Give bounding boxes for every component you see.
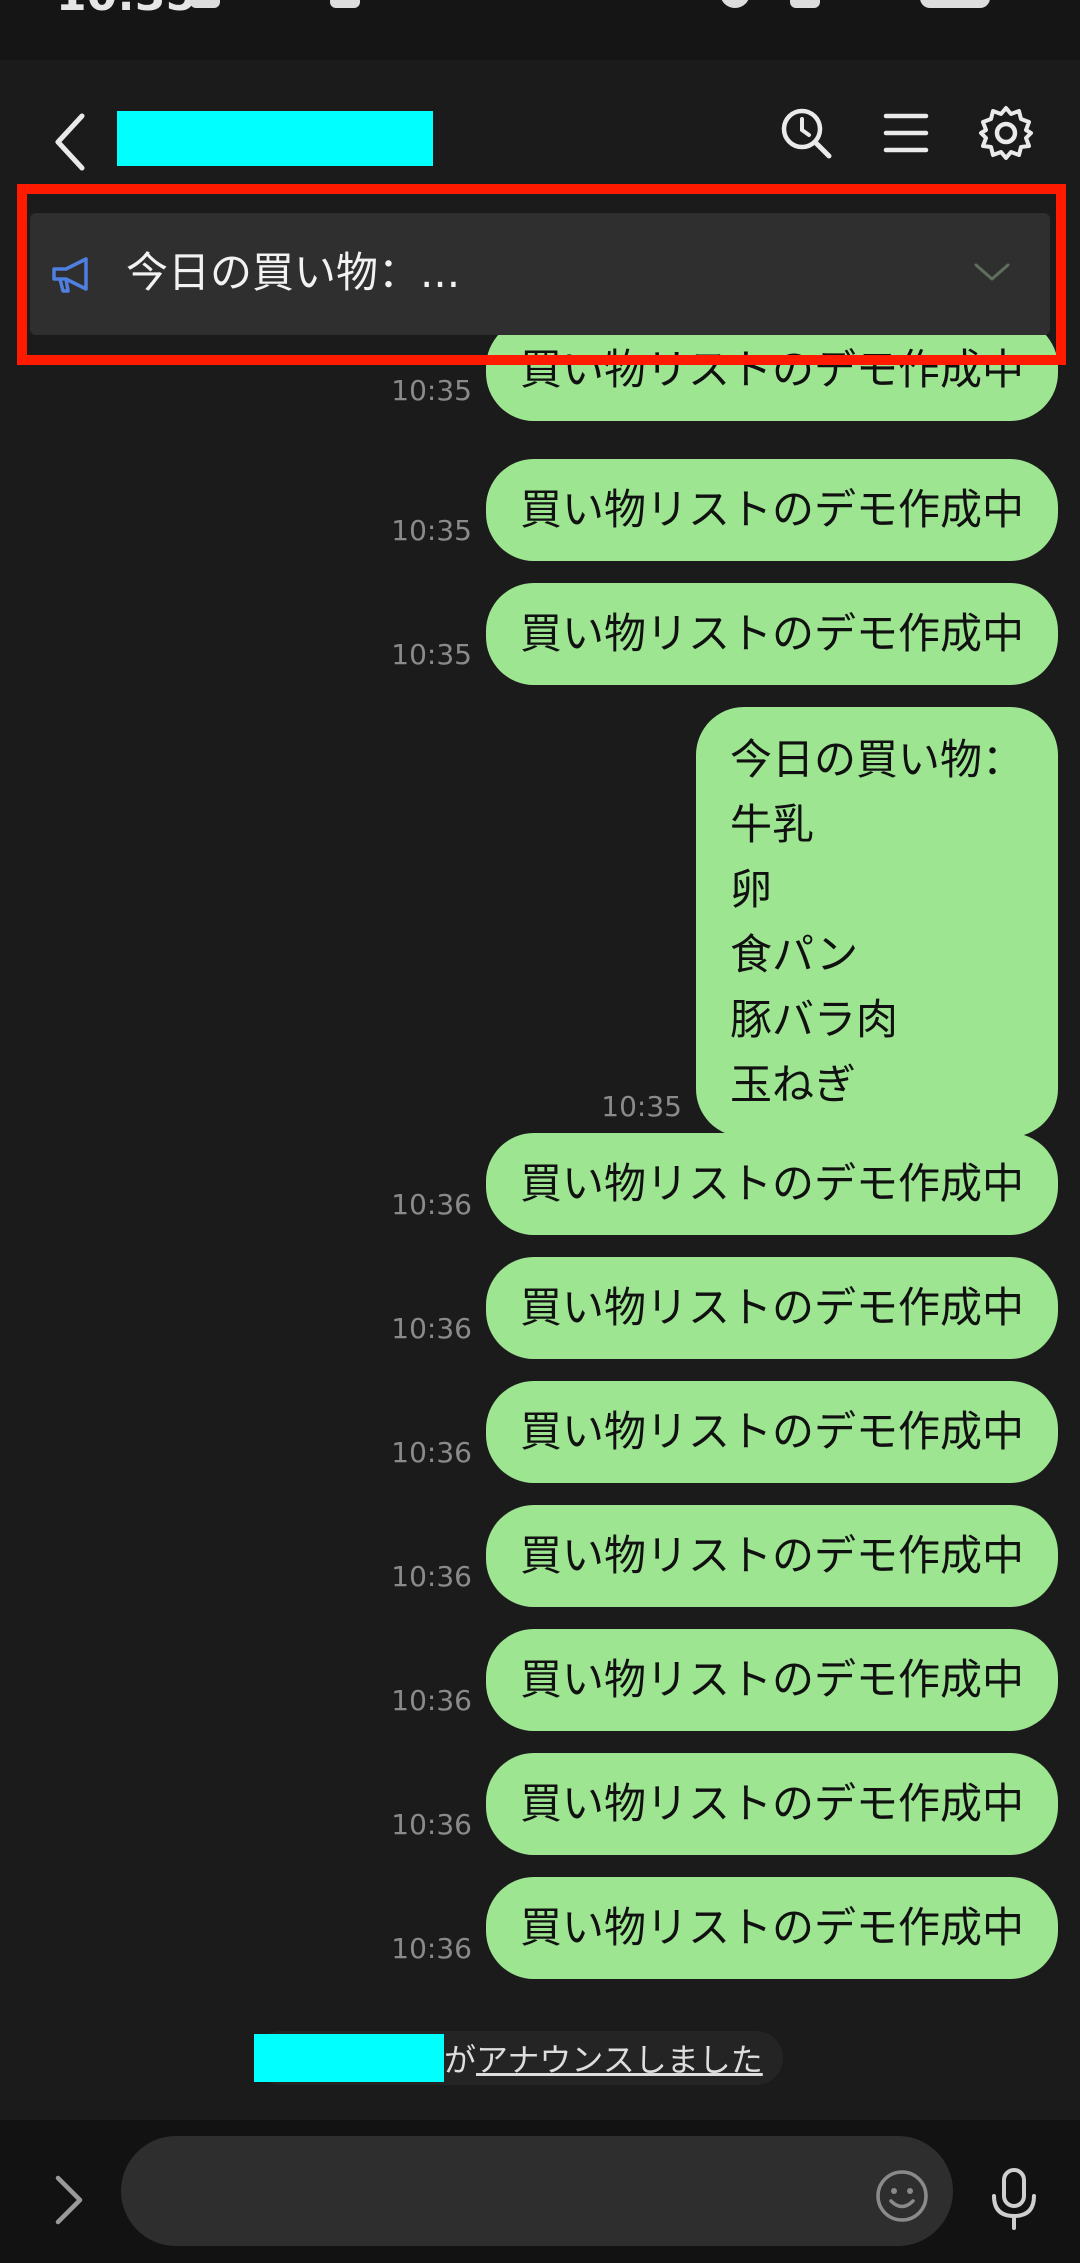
message-row: 10:35 買い物リストのデモ作成中 bbox=[391, 459, 1058, 561]
message-input[interactable] bbox=[121, 2136, 953, 2246]
message-row: 10:36 買い物リストのデモ作成中 bbox=[391, 1629, 1058, 1731]
emoji-button[interactable] bbox=[874, 2168, 930, 2224]
back-button[interactable] bbox=[44, 104, 100, 180]
message-time: 10:36 bbox=[391, 1808, 472, 1841]
settings-button[interactable] bbox=[973, 100, 1039, 166]
status-time: 10:35 bbox=[56, 0, 196, 21]
message-bubble[interactable]: 買い物リストのデモ作成中 bbox=[485, 1753, 1058, 1855]
message-time: 10:36 bbox=[391, 1436, 472, 1469]
expand-menu-button[interactable] bbox=[48, 2172, 88, 2228]
message-time: 10:35 bbox=[601, 1090, 682, 1123]
message-bubble-shopping-list[interactable]: 今日の買い物： 牛乳 卵 食パン 豚バラ肉 玉ねぎ bbox=[695, 707, 1058, 1137]
menu-button[interactable] bbox=[873, 100, 939, 166]
message-bubble[interactable]: 買い物リストのデモ作成中 bbox=[485, 1257, 1058, 1359]
message-row: 10:36 買い物リストのデモ作成中 bbox=[391, 1133, 1058, 1235]
message-row: 10:35 今日の買い物： 牛乳 卵 食パン 豚バラ肉 玉ねぎ bbox=[601, 707, 1058, 1137]
battery-icon bbox=[920, 0, 990, 8]
nfc-icon bbox=[330, 0, 360, 8]
message-time: 10:35 bbox=[391, 374, 472, 407]
system-message: が アナウンスしました bbox=[254, 2031, 783, 2085]
menu-icon bbox=[883, 113, 929, 153]
message-time: 10:36 bbox=[391, 1312, 472, 1345]
search-button[interactable] bbox=[774, 100, 840, 166]
search-clock-icon bbox=[781, 108, 832, 159]
message-bubble[interactable]: 買い物リストのデモ作成中 bbox=[485, 1381, 1058, 1483]
message-time: 10:36 bbox=[391, 1932, 472, 1965]
message-bubble[interactable]: 買い物リストのデモ作成中 bbox=[485, 1629, 1058, 1731]
smiley-icon bbox=[876, 2170, 928, 2222]
message-time: 10:35 bbox=[391, 514, 472, 547]
system-message-text: が bbox=[444, 2041, 477, 2079]
message-input-bar bbox=[0, 2120, 1080, 2263]
status-bar: 10:35 bbox=[0, 0, 1080, 60]
message-time: 10:36 bbox=[391, 1560, 472, 1593]
chat-header bbox=[0, 60, 1080, 205]
message-row: 10:36 買い物リストのデモ作成中 bbox=[391, 1381, 1058, 1483]
announcement-link[interactable]: アナウンスしました bbox=[476, 2035, 763, 2081]
voice-button[interactable] bbox=[984, 2164, 1044, 2234]
message-bubble[interactable]: 買い物リストのデモ作成中 bbox=[485, 1505, 1058, 1607]
back-chevron-icon bbox=[55, 113, 85, 171]
alarm-icon bbox=[720, 0, 750, 8]
chat-title-redacted bbox=[117, 111, 433, 166]
chevron-right-icon bbox=[55, 2175, 83, 2225]
message-row: 10:36 買い物リストのデモ作成中 bbox=[391, 1877, 1058, 1979]
microphone-icon bbox=[992, 2168, 1036, 2230]
user-name-redacted bbox=[254, 2034, 444, 2082]
notification-icon bbox=[190, 0, 220, 8]
message-time: 10:35 bbox=[391, 638, 472, 671]
announcement-text: 今日の買い物：... bbox=[126, 248, 461, 297]
signal-icon bbox=[790, 0, 820, 8]
megaphone-icon bbox=[52, 257, 88, 293]
gear-icon bbox=[979, 106, 1033, 160]
message-bubble[interactable]: 買い物リストのデモ作成中 bbox=[485, 1877, 1058, 1979]
chevron-down-icon[interactable] bbox=[972, 257, 1012, 287]
message-time: 10:36 bbox=[391, 1188, 472, 1221]
message-bubble[interactable]: 買い物リストのデモ作成中 bbox=[485, 583, 1058, 685]
message-row: 10:35 買い物リストのデモ作成中 bbox=[391, 583, 1058, 685]
message-row: 10:36 買い物リストのデモ作成中 bbox=[391, 1753, 1058, 1855]
message-row: 10:36 買い物リストのデモ作成中 bbox=[391, 1505, 1058, 1607]
message-bubble[interactable]: 買い物リストのデモ作成中 bbox=[485, 459, 1058, 561]
announcement-banner[interactable]: 今日の買い物：... bbox=[30, 213, 1050, 335]
message-row: 10:36 買い物リストのデモ作成中 bbox=[391, 1257, 1058, 1359]
message-bubble[interactable]: 買い物リストのデモ作成中 bbox=[485, 1133, 1058, 1235]
message-time: 10:36 bbox=[391, 1684, 472, 1717]
